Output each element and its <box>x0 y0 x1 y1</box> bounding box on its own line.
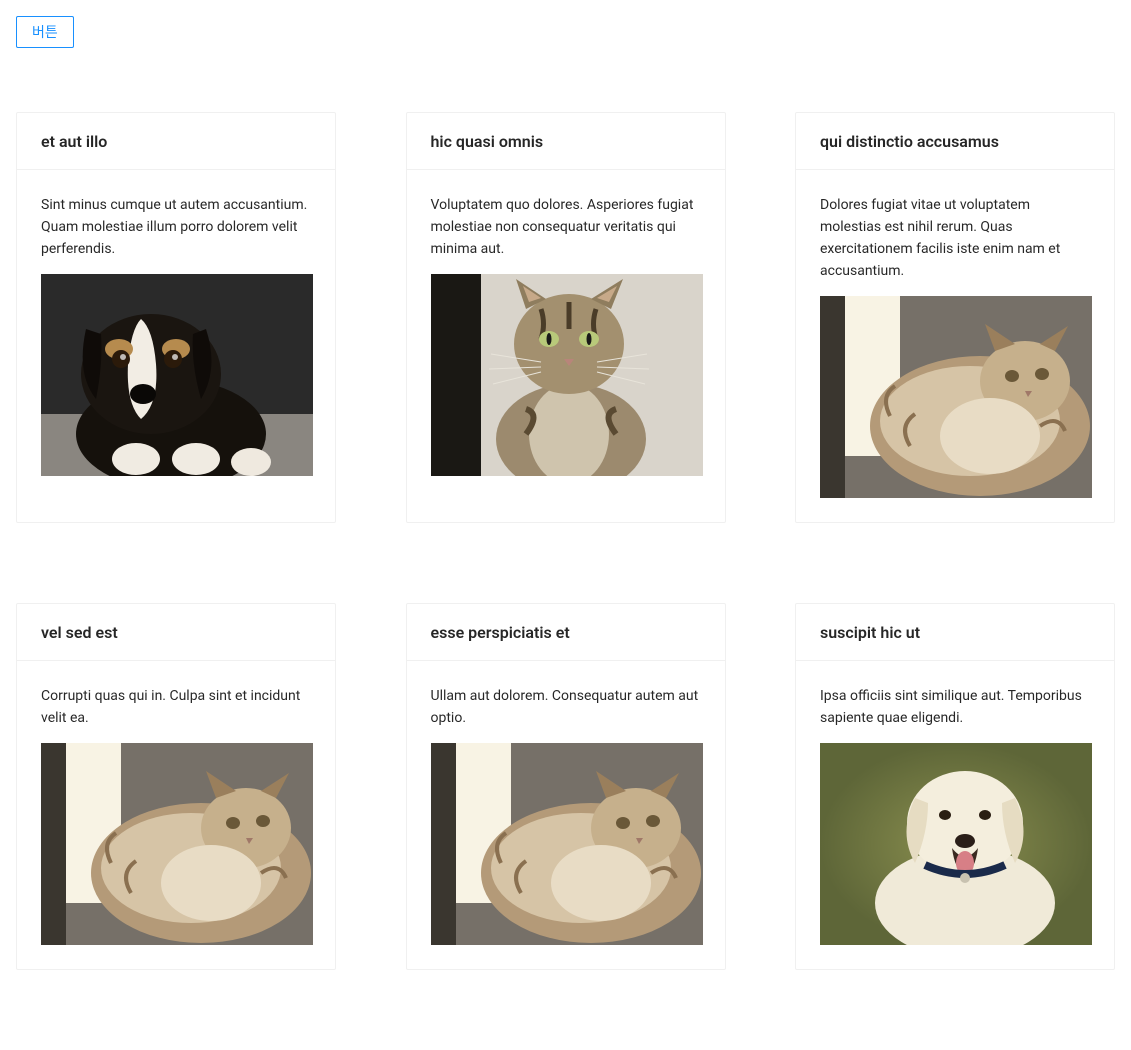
card-body: Ullam aut dolorem. Consequatur autem aut… <box>407 661 725 969</box>
card-description: Voluptatem quo dolores. Asperiores fugia… <box>431 194 701 260</box>
card-image <box>820 743 1092 945</box>
card-header: et aut illo <box>17 113 335 170</box>
card-item[interactable]: vel sed est Corrupti quas qui in. Culpa … <box>16 603 336 970</box>
card-image <box>431 743 703 945</box>
card-title: et aut illo <box>41 132 107 151</box>
card-body: Ipsa officiis sint similique aut. Tempor… <box>796 661 1114 969</box>
card-header: vel sed est <box>17 604 335 661</box>
card-body: Dolores fugiat vitae ut voluptatem moles… <box>796 170 1114 522</box>
card-header: suscipit hic ut <box>796 604 1114 661</box>
card-title: esse perspiciatis et <box>431 623 570 642</box>
card-image <box>820 296 1092 498</box>
top-button[interactable]: 버튼 <box>16 16 74 48</box>
card-item[interactable]: hic quasi omnis Voluptatem quo dolores. … <box>406 112 726 523</box>
card-item[interactable]: esse perspiciatis et Ullam aut dolorem. … <box>406 603 726 970</box>
card-description: Sint minus cumque ut autem accusantium. … <box>41 194 311 260</box>
card-header: hic quasi omnis <box>407 113 725 170</box>
card-body: Sint minus cumque ut autem accusantium. … <box>17 170 335 500</box>
card-title: qui distinctio accusamus <box>820 132 999 151</box>
card-item[interactable]: qui distinctio accusamus Dolores fugiat … <box>795 112 1115 523</box>
card-body: Voluptatem quo dolores. Asperiores fugia… <box>407 170 725 500</box>
card-description: Dolores fugiat vitae ut voluptatem moles… <box>820 194 1090 282</box>
card-header: esse perspiciatis et <box>407 604 725 661</box>
card-header: qui distinctio accusamus <box>796 113 1114 170</box>
card-description: Corrupti quas qui in. Culpa sint et inci… <box>41 685 311 729</box>
card-item[interactable]: suscipit hic ut Ipsa officiis sint simil… <box>795 603 1115 970</box>
card-description: Ipsa officiis sint similique aut. Tempor… <box>820 685 1090 729</box>
card-grid: et aut illo Sint minus cumque ut autem a… <box>16 112 1115 1050</box>
card-item[interactable]: et aut illo Sint minus cumque ut autem a… <box>16 112 336 523</box>
card-title: hic quasi omnis <box>431 132 544 151</box>
card-description: Ullam aut dolorem. Consequatur autem aut… <box>431 685 701 729</box>
card-image <box>41 743 313 945</box>
card-image <box>431 274 703 476</box>
card-title: vel sed est <box>41 623 118 642</box>
card-title: suscipit hic ut <box>820 623 920 642</box>
card-image <box>41 274 313 476</box>
card-body: Corrupti quas qui in. Culpa sint et inci… <box>17 661 335 969</box>
